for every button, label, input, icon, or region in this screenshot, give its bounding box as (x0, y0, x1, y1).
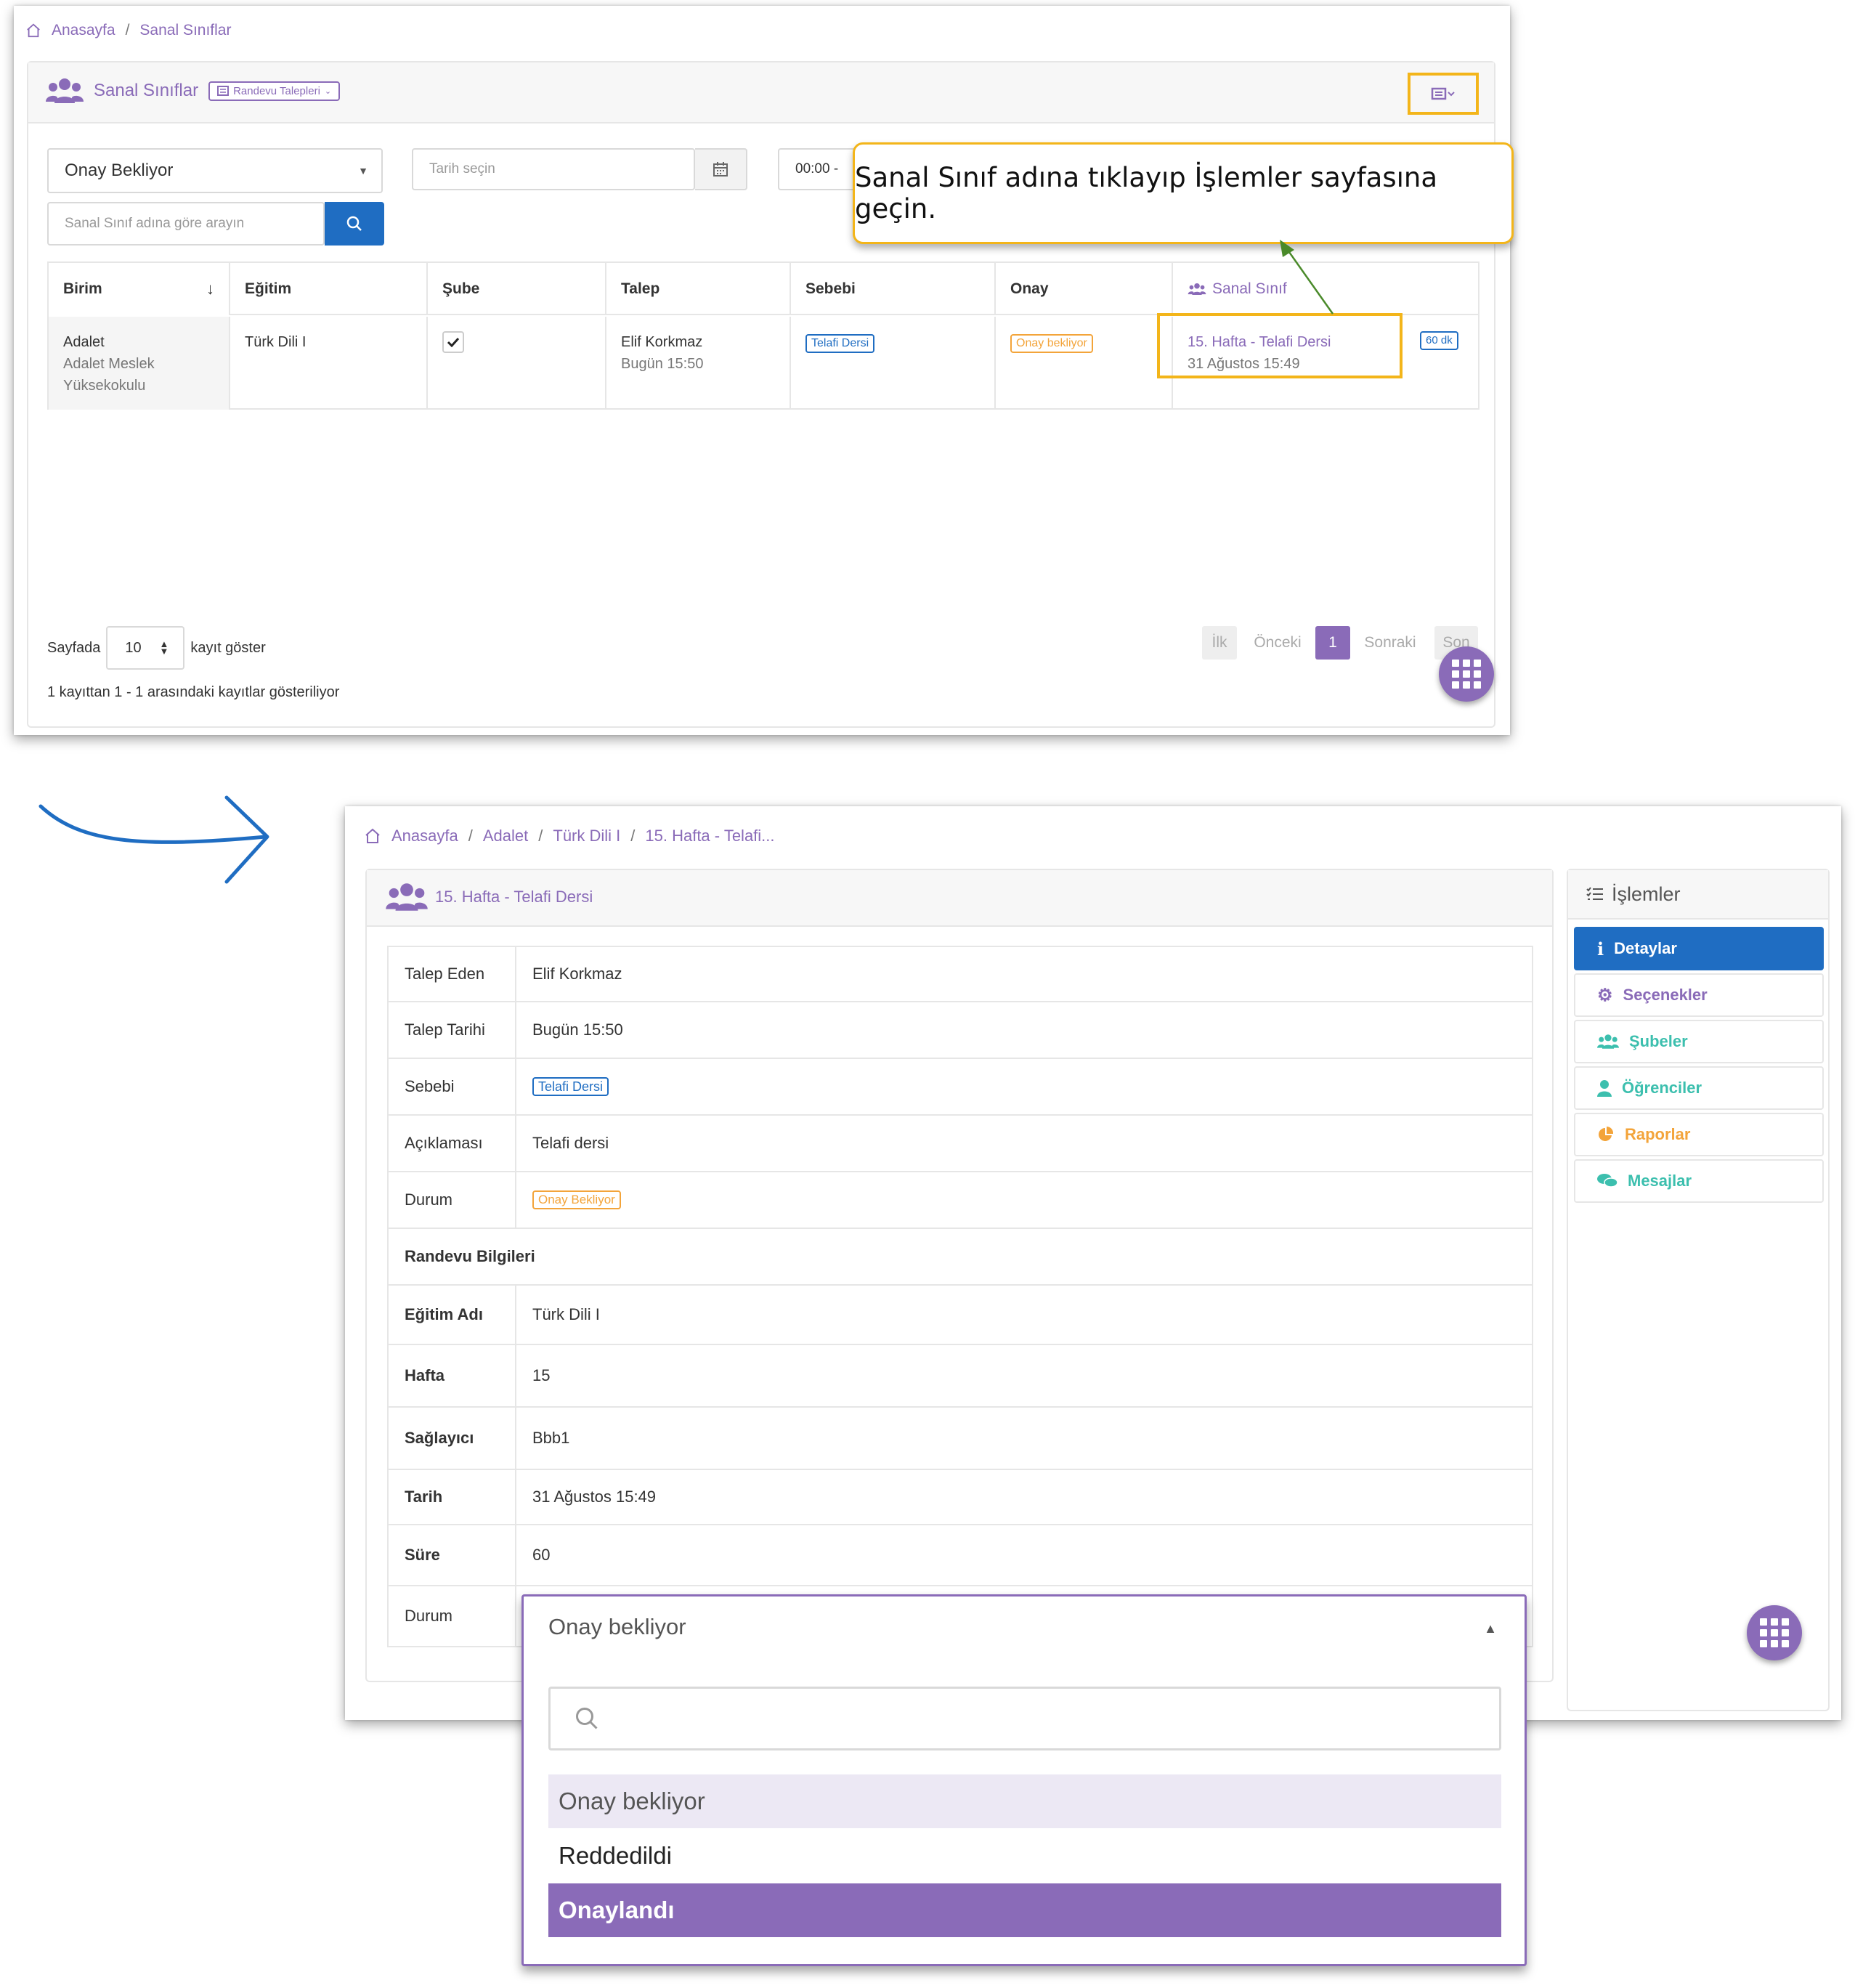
breadcrumb-separator: / (538, 827, 543, 845)
breadcrumb-home[interactable]: Anasayfa (391, 827, 458, 845)
sidebar-item-branches[interactable]: Şubeler (1574, 1020, 1824, 1063)
breadcrumb-course[interactable]: Türk Dili I (553, 827, 620, 845)
search-icon (576, 1708, 598, 1729)
detail-row-sebebi: Sebebi Telafi Dersi (389, 1059, 1532, 1116)
sidebar-title: İşlemler (1612, 883, 1681, 905)
detail-row-tarih: Tarih 31 Ağustos 15:49 (389, 1470, 1532, 1525)
sidebar-item-details[interactable]: i Detaylar (1574, 927, 1824, 970)
status-select-dropdown[interactable]: Onay bekliyor ▲ Onay bekliyor Reddedildi… (521, 1594, 1527, 1966)
breadcrumb-current[interactable]: 15. Hafta - Telafi... (645, 827, 774, 845)
detail-row-hafta: Hafta 15 (389, 1345, 1532, 1408)
sidebar-item-messages[interactable]: Mesajlar (1574, 1159, 1824, 1203)
dropdown-option-pending[interactable]: Onay bekliyor (548, 1774, 1501, 1828)
detail-row-durum: Durum Onay Bekliyor (389, 1172, 1532, 1229)
info-icon: i (1597, 938, 1604, 959)
breadcrumb: Anasayfa / Adalet / Türk Dili I / 15. Ha… (364, 827, 775, 845)
dropdown-option-approved[interactable]: Onaylandı (548, 1883, 1501, 1937)
sidebar-item-students[interactable]: Öğrenciler (1574, 1066, 1824, 1110)
detail-row-egitim-adi: Eğitim Adı Türk Dili I (389, 1286, 1532, 1345)
section-title-randevu-bilgileri: Randevu Bilgileri (389, 1229, 1532, 1286)
card-title-text: 15. Hafta - Telafi Dersi (435, 888, 593, 906)
details-table: Talep Eden Elif Korkmaz Talep Tarihi Bug… (387, 946, 1533, 1647)
flow-arrow-icon (38, 795, 269, 884)
detail-row-sure: Süre 60 (389, 1525, 1532, 1586)
caret-up-icon: ▲ (1484, 1621, 1497, 1636)
grid-icon (1760, 1618, 1789, 1647)
gear-icon: ⚙ (1597, 985, 1613, 1005)
breadcrumb-separator: / (630, 827, 636, 845)
reason-badge: Telafi Dersi (532, 1077, 609, 1096)
detail-row-talep-eden: Talep Eden Elif Korkmaz (389, 947, 1532, 1002)
pie-chart-icon (1599, 1126, 1614, 1141)
users-icon (1597, 1034, 1619, 1049)
detail-row-saglayici: Sağlayıcı Bbb1 (389, 1408, 1532, 1470)
course-link[interactable]: Türk Dili I (516, 1286, 1532, 1344)
user-icon (1597, 1080, 1612, 1097)
detail-row-aciklama: Açıklaması Telafi dersi (389, 1116, 1532, 1172)
sidebar-item-options[interactable]: ⚙ Seçenekler (1574, 973, 1824, 1017)
actions-sidebar: İşlemler i Detaylar ⚙ Seçenekler Şubeler… (1567, 869, 1830, 1711)
dropdown-option-rejected[interactable]: Reddedildi (548, 1829, 1501, 1883)
sidebar-item-reports[interactable]: Raporlar (1574, 1113, 1824, 1156)
dropdown-search-input[interactable] (548, 1687, 1501, 1750)
status-badge: Onay Bekliyor (532, 1190, 621, 1209)
detail-row-talep-tarihi: Talep Tarihi Bugün 15:50 (389, 1002, 1532, 1059)
list-check-icon (1586, 887, 1603, 900)
apps-fab-button[interactable] (1747, 1605, 1802, 1660)
home-icon (365, 828, 380, 843)
sidebar-header: İşlemler (1568, 870, 1828, 920)
bottom-screenshot-panel: Anasayfa / Adalet / Türk Dili I / 15. Ha… (345, 806, 1841, 1720)
breadcrumb-separator: / (468, 827, 473, 845)
card-header: 15. Hafta - Telafi Dersi (367, 870, 1552, 927)
dropdown-selected-value[interactable]: Onay bekliyor (548, 1614, 686, 1640)
card-title: 15. Hafta - Telafi Dersi (386, 882, 593, 912)
chat-icon (1597, 1174, 1617, 1188)
virtual-class-detail-card: 15. Hafta - Telafi Dersi Talep Eden Elif… (365, 869, 1554, 1682)
users-icon (386, 883, 428, 911)
breadcrumb-unit[interactable]: Adalet (483, 827, 528, 845)
